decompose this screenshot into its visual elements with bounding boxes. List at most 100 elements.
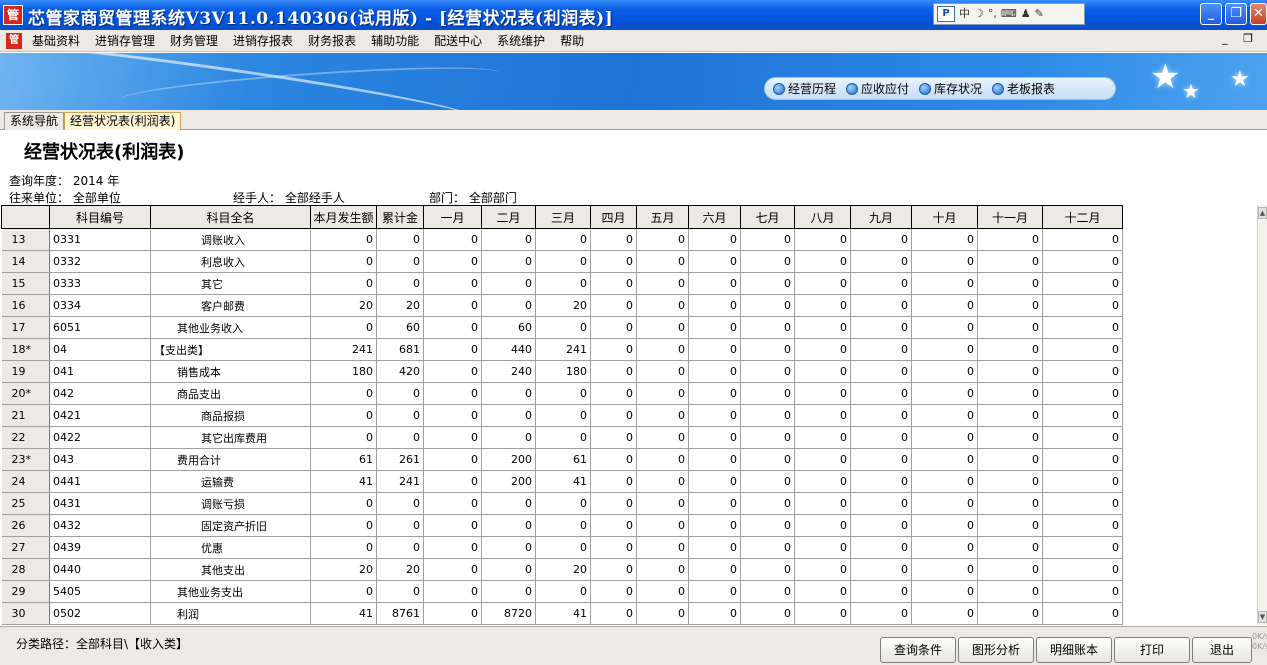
exit-button[interactable]: 退出: [1192, 637, 1252, 663]
mdi-window-controls[interactable]: _ ❐: [1222, 32, 1259, 45]
quicknav-receivable[interactable]: 应收应付: [846, 80, 909, 97]
amount-cell: 0: [310, 536, 377, 559]
amount-cell: 0: [794, 360, 851, 383]
menu-item-inventory-reports[interactable]: 进销存报表: [233, 30, 293, 52]
ime-user-icon[interactable]: ♟: [1021, 5, 1031, 23]
column-header[interactable]: 累计金: [376, 205, 424, 229]
amount-cell: 0: [1042, 294, 1123, 317]
amount-cell: 0: [977, 404, 1043, 427]
table-row[interactable]: 20* 042 商品支出 0 0 0 0 0 0 0 0 0 0 0 0 0 0: [1, 382, 1123, 405]
scroll-down-icon[interactable]: ▼: [1258, 611, 1267, 623]
amount-cell: 20: [310, 558, 377, 581]
query-conditions-button[interactable]: 查询条件: [880, 637, 956, 663]
table-row[interactable]: 18* 04 【支出类】 241 681 0 440 241 0 0 0 0 0 0 0 0 0: [1, 338, 1123, 361]
table-row[interactable]: 24 0441 运输费 41 241 0 200 41 0 0 0 0 0 0 0 0 0: [1, 470, 1123, 493]
amount-cell: 261: [376, 448, 424, 471]
table-row[interactable]: 19 041 销售成本 180 420 0 240 180 0 0 0 0 0 0 0 0 0: [1, 360, 1123, 383]
quicknav-history[interactable]: 经营历程: [773, 80, 836, 97]
table-row[interactable]: 29 5405 其他业务支出 0 0 0 0 0 0 0 0 0 0 0 0 0 0: [1, 580, 1123, 603]
column-header[interactable]: 科目编号: [49, 205, 151, 229]
chart-analysis-button[interactable]: 图形分析: [958, 637, 1034, 663]
amount-cell: 0: [481, 580, 536, 603]
minimize-button[interactable]: _: [1200, 3, 1222, 25]
ime-logo-icon[interactable]: P: [937, 6, 955, 22]
amount-cell: 0: [423, 272, 482, 295]
table-row[interactable]: 30 0502 利润 41 8761 0 8720 41 0 0 0 0 0 0 0 0 0: [1, 602, 1123, 625]
column-header[interactable]: 二月: [481, 205, 536, 229]
column-header[interactable]: 四月: [590, 205, 637, 229]
column-header[interactable]: 一月: [423, 205, 482, 229]
table-row[interactable]: 27 0439 优惠 0 0 0 0 0 0 0 0 0 0 0 0 0 0: [1, 536, 1123, 559]
column-header[interactable]: 十月: [911, 205, 978, 229]
menu-item-tools[interactable]: 辅助功能: [371, 30, 419, 52]
menu-item-help[interactable]: 帮助: [560, 30, 584, 52]
print-button[interactable]: 打印: [1114, 637, 1190, 663]
table-row[interactable]: 25 0431 调账亏损 0 0 0 0 0 0 0 0 0 0 0 0 0 0: [1, 492, 1123, 515]
amount-cell: 0: [636, 492, 689, 515]
ime-moon-icon[interactable]: ☽: [974, 5, 984, 23]
amount-cell: 0: [850, 250, 912, 273]
table-row[interactable]: 22 0422 其它出库费用 0 0 0 0 0 0 0 0 0 0 0 0 0 0: [1, 426, 1123, 449]
menu-app-icon[interactable]: 管: [6, 33, 22, 49]
vertical-scrollbar[interactable]: ▲ ▼: [1257, 205, 1267, 625]
quicknav-boss-report-label: 老板报表: [1007, 82, 1056, 96]
column-header[interactable]: 七月: [740, 205, 795, 229]
ime-tool-icon[interactable]: ✎: [1035, 5, 1044, 23]
menu-item-inventory[interactable]: 进销存管理: [95, 30, 155, 52]
table-row[interactable]: 28 0440 其他支出 20 20 0 0 20 0 0 0 0 0 0 0 0 0: [1, 558, 1123, 581]
column-header[interactable]: 八月: [794, 205, 851, 229]
quicknav-boss-report[interactable]: 老板报表: [992, 80, 1055, 97]
tab-profit-report[interactable]: 经营状况表(利润表): [64, 112, 182, 130]
ime-punct-icon[interactable]: °,: [988, 5, 997, 23]
ime-mode-toggle[interactable]: 中: [959, 5, 970, 23]
amount-cell: 0: [850, 382, 912, 405]
ime-keyboard-icon[interactable]: ⌨: [1001, 5, 1017, 23]
tab-system-nav[interactable]: 系统导航: [4, 112, 65, 130]
amount-cell: 61: [310, 448, 377, 471]
account-code: 0439: [49, 536, 151, 559]
table-row[interactable]: 21 0421 商品报损 0 0 0 0 0 0 0 0 0 0 0 0 0 0: [1, 404, 1123, 427]
amount-cell: 0: [636, 228, 689, 251]
menu-items: 基础资料 进销存管理 财务管理 进销存报表 财务报表 辅助功能 配送中心 系统维…: [32, 30, 599, 52]
table-row[interactable]: 13 0331 调账收入 0 0 0 0 0 0 0 0 0 0 0 0 0 0: [1, 228, 1123, 251]
column-header[interactable]: 科目全名: [150, 205, 311, 229]
column-header[interactable]: 本月发生额: [310, 205, 377, 229]
menu-item-distribution[interactable]: 配送中心: [434, 30, 482, 52]
table-row[interactable]: 15 0333 其它 0 0 0 0 0 0 0 0 0 0 0 0 0 0: [1, 272, 1123, 295]
amount-cell: 0: [310, 382, 377, 405]
amount-cell: 0: [310, 404, 377, 427]
table-row[interactable]: 23* 043 费用合计 61 261 0 200 61 0 0 0 0 0 0 0 0 0: [1, 448, 1123, 471]
column-header[interactable]: 六月: [688, 205, 741, 229]
amount-cell: 0: [590, 338, 637, 361]
detail-ledger-button[interactable]: 明细账本: [1036, 637, 1112, 663]
menu-item-finance[interactable]: 财务管理: [170, 30, 218, 52]
quicknav-stock[interactable]: 库存状况: [919, 80, 982, 97]
menu-item-basic-data[interactable]: 基础资料: [32, 30, 80, 52]
ime-toolbar[interactable]: P 中 ☽ °, ⌨ ♟ ✎: [933, 3, 1085, 25]
amount-cell: 0: [481, 492, 536, 515]
column-header-rownum[interactable]: [1, 205, 50, 229]
column-header[interactable]: 三月: [535, 205, 591, 229]
amount-cell: 180: [310, 360, 377, 383]
report-grid[interactable]: 科目编号 科目全名 本月发生额 累计金 一月 二月 三月 四月 五月 六月 七月 八月 九月 十月 十一月十…: [1, 205, 1124, 625]
row-number: 20*: [1, 382, 50, 405]
table-row[interactable]: 26 0432 固定资产折旧 0 0 0 0 0 0 0 0 0 0 0 0 0 0: [1, 514, 1123, 537]
column-header[interactable]: 五月: [636, 205, 689, 229]
column-header[interactable]: 十一月: [977, 205, 1043, 229]
menu-item-system[interactable]: 系统维护: [497, 30, 545, 52]
table-row[interactable]: 14 0332 利息收入 0 0 0 0 0 0 0 0 0 0 0 0 0 0: [1, 250, 1123, 273]
maximize-button[interactable]: ❐: [1225, 3, 1247, 25]
table-row[interactable]: 17 6051 其他业务收入 0 60 0 60 0 0 0 0 0 0 0 0 0 0: [1, 316, 1123, 339]
scroll-up-icon[interactable]: ▲: [1258, 207, 1267, 219]
table-row[interactable]: 16 0334 客户邮费 20 20 0 0 20 0 0 0 0 0 0 0 0 0: [1, 294, 1123, 317]
column-header[interactable]: 十二月: [1042, 205, 1123, 229]
column-header[interactable]: 九月: [850, 205, 912, 229]
amount-cell: 0: [740, 404, 795, 427]
close-button[interactable]: ✕: [1250, 3, 1267, 25]
amount-cell: 0: [794, 470, 851, 493]
amount-cell: 0: [688, 228, 741, 251]
amount-cell: 0: [688, 382, 741, 405]
amount-cell: 0: [850, 514, 912, 537]
amount-cell: 0: [481, 514, 536, 537]
menu-item-finance-reports[interactable]: 财务报表: [308, 30, 356, 52]
